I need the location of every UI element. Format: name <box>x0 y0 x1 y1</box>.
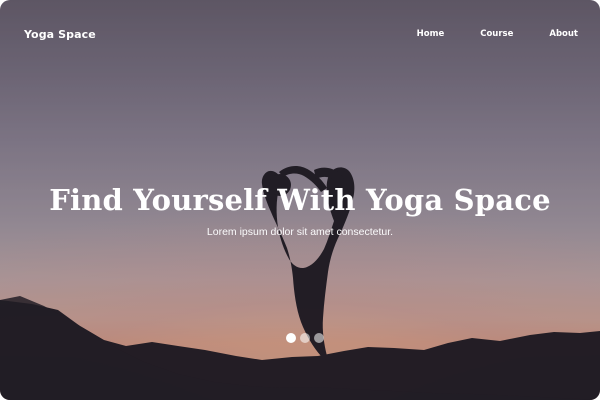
carousel-indicators <box>0 333 600 343</box>
carousel-dot-2[interactable] <box>300 333 310 343</box>
nav-link-home[interactable]: Home <box>417 29 445 39</box>
nav-link-about[interactable]: About <box>549 29 578 39</box>
hero-content: Find Yourself With Yoga Space Lorem ipsu… <box>0 181 600 238</box>
carousel-dot-1[interactable] <box>286 333 296 343</box>
yoga-landing-page: Yoga Space Home Course About Find Yourse… <box>0 0 600 400</box>
hero-subtitle: Lorem ipsum dolor sit amet consectetur. <box>206 226 394 238</box>
nav-menu: Home Course About <box>417 29 578 39</box>
hero-title: Find Yourself With Yoga Space <box>49 183 551 217</box>
carousel-dot-3[interactable] <box>314 333 324 343</box>
top-navigation: Yoga Space Home Course About <box>0 0 600 68</box>
nav-link-course[interactable]: Course <box>480 29 513 39</box>
brand-logo-text[interactable]: Yoga Space <box>24 28 96 41</box>
